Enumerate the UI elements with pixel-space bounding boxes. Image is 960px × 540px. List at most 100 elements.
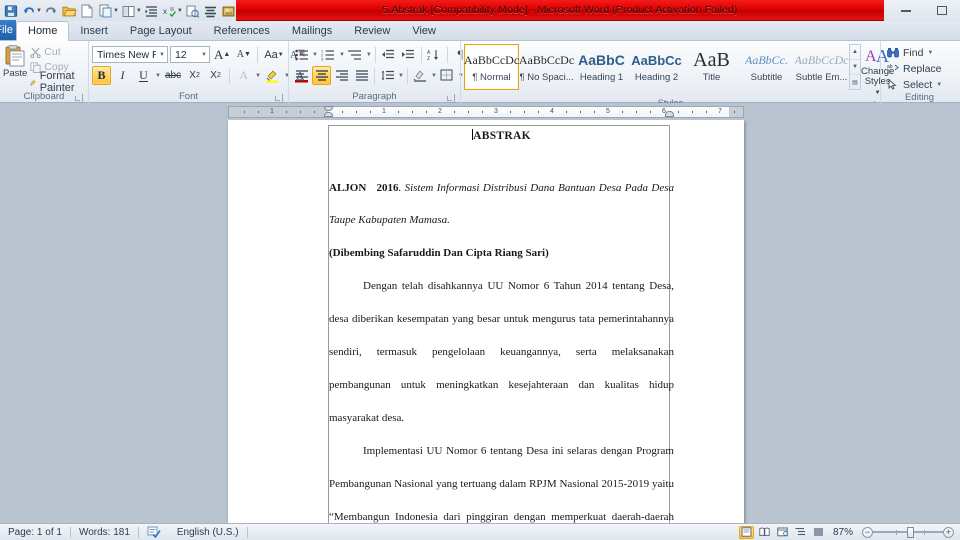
select-button[interactable]: Select ▼	[884, 77, 945, 92]
tab-page-layout[interactable]: Page Layout	[119, 21, 203, 40]
status-proofing[interactable]	[139, 524, 169, 540]
open-icon[interactable]	[61, 2, 78, 20]
line-spacing-button[interactable]	[378, 66, 397, 85]
numbering-caret-icon[interactable]: ▼	[339, 52, 345, 58]
bullets-button[interactable]	[292, 45, 311, 64]
print-icon[interactable]	[184, 2, 201, 20]
style-title[interactable]: AaB Title	[684, 44, 739, 90]
page-setup-icon[interactable]	[120, 2, 137, 20]
styles-gallery[interactable]: AaBbCcDc ¶ Normal AaBbCcDc ¶ No Spaci...…	[464, 44, 861, 90]
horizontal-ruler[interactable]: 11234567	[228, 106, 744, 118]
multilevel-caret-icon[interactable]: ▼	[366, 52, 372, 58]
clipboard-dialog-launcher[interactable]	[74, 94, 83, 103]
text-effects-caret-icon[interactable]: ▼	[255, 73, 261, 79]
styles-scroll-up-icon[interactable]: ▲	[850, 45, 860, 60]
tab-review[interactable]: Review	[343, 21, 401, 40]
borders-button[interactable]	[438, 66, 457, 85]
multilevel-list-button[interactable]	[346, 45, 365, 64]
spelling-icon[interactable]: x	[161, 2, 178, 20]
print-preview-icon[interactable]	[97, 2, 114, 20]
tab-references[interactable]: References	[203, 21, 281, 40]
text-highlight-button[interactable]	[263, 66, 282, 85]
zoom-in-button[interactable]: +	[943, 526, 954, 538]
full-screen-reading-view-button[interactable]	[757, 526, 772, 539]
status-page-indicator[interactable]: Page: 1 of 1	[0, 524, 70, 540]
underline-button[interactable]: U	[134, 66, 153, 85]
shrink-font-button[interactable]: A ▼	[234, 45, 253, 64]
align-left-button[interactable]	[292, 66, 311, 85]
style-subtle-emphasis[interactable]: AaBbCcDc Subtle Em...	[794, 44, 849, 90]
undo-icon[interactable]	[20, 2, 37, 20]
text-effects-button[interactable]: A	[234, 66, 253, 85]
underline-caret-icon[interactable]: ▼	[155, 73, 161, 79]
print-layout-view-button[interactable]	[738, 525, 754, 539]
hanging-indent-marker[interactable]	[324, 112, 333, 117]
style-heading-2[interactable]: AaBbCc Heading 2	[629, 44, 684, 90]
style-subtitle[interactable]: AaBbCc. Subtitle	[739, 44, 794, 90]
styles-scroll-down-icon[interactable]: ▼	[850, 60, 860, 75]
font-name-combo[interactable]: Times New Rom▼	[92, 46, 168, 63]
paste-button[interactable]: Paste	[3, 43, 27, 79]
style-normal[interactable]: AaBbCcDc ¶ Normal	[464, 44, 519, 90]
shading-caret-icon[interactable]: ▼	[431, 73, 437, 79]
document-text-content[interactable]: ABSTRAK ALJON 2016. Sistem Informasi Dis…	[329, 129, 674, 523]
zoom-slider-thumb[interactable]	[907, 526, 914, 538]
style-heading-1[interactable]: AaBbC Heading 1	[574, 44, 629, 90]
picture-icon[interactable]	[220, 2, 237, 20]
align-right-button[interactable]	[332, 66, 351, 85]
sort-button[interactable]: AZ	[425, 45, 444, 64]
numbering-button[interactable]: 123	[319, 45, 338, 64]
cut-button[interactable]: Cut	[27, 45, 85, 59]
document-page[interactable]: ABSTRAK ALJON 2016. Sistem Informasi Dis…	[228, 120, 744, 523]
outline-view-button[interactable]	[793, 526, 808, 539]
maximize-button[interactable]	[934, 4, 950, 18]
minimize-button[interactable]	[898, 4, 914, 18]
find-caret-icon[interactable]: ▼	[927, 50, 933, 56]
decrease-indent-button[interactable]	[379, 45, 398, 64]
grow-font-button[interactable]: A ▲	[212, 45, 232, 64]
font-dialog-launcher[interactable]	[274, 94, 283, 103]
first-line-indent-marker[interactable]	[324, 106, 333, 111]
tab-home[interactable]: Home	[16, 21, 70, 41]
tab-insert[interactable]: Insert	[69, 21, 119, 40]
superscript-button[interactable]: X2	[206, 66, 225, 85]
new-document-icon[interactable]	[79, 2, 96, 20]
align-center-button[interactable]	[312, 66, 331, 85]
save-icon[interactable]	[2, 2, 19, 20]
styles-gallery-scroll[interactable]: ▲ ▼ ▤	[849, 44, 861, 90]
status-language[interactable]: English (U.S.)	[169, 524, 247, 540]
styles-more-icon[interactable]: ▤	[850, 75, 860, 89]
document-canvas[interactable]: ABSTRAK ALJON 2016. Sistem Informasi Dis…	[0, 120, 960, 523]
line-spacing-caret-icon[interactable]: ▼	[398, 73, 404, 79]
shading-button[interactable]	[411, 66, 430, 85]
italic-button[interactable]: I	[113, 66, 132, 85]
increase-indent-button[interactable]	[399, 45, 418, 64]
zoom-slider[interactable]: − +	[862, 526, 954, 538]
bold-button[interactable]: B	[92, 66, 111, 85]
bullets-caret-icon[interactable]: ▼	[312, 52, 318, 58]
draft-view-button[interactable]	[811, 526, 826, 539]
tab-file[interactable]: File	[0, 20, 16, 40]
justify-button[interactable]	[352, 66, 371, 85]
strikethrough-button[interactable]: abc	[163, 66, 183, 85]
align-icon[interactable]	[202, 2, 219, 20]
style-no-spacing[interactable]: AaBbCcDc ¶ No Spaci...	[519, 44, 574, 90]
zoom-level[interactable]: 87%	[829, 524, 859, 540]
quick-access-toolbar[interactable]: ▼ ▼ ▼ x ▼	[0, 0, 242, 22]
status-word-count[interactable]: Words: 181	[71, 524, 138, 540]
tab-mailings[interactable]: Mailings	[281, 21, 343, 40]
format-painter-button[interactable]: Format Painter	[27, 70, 85, 94]
paragraph-settings-icon[interactable]	[143, 2, 160, 20]
tab-view[interactable]: View	[401, 21, 447, 40]
right-indent-marker[interactable]	[665, 111, 674, 117]
font-size-combo[interactable]: 12 ▼	[170, 46, 210, 63]
select-caret-icon[interactable]: ▼	[936, 82, 942, 88]
find-button[interactable]: Find ▼	[884, 45, 945, 60]
subscript-button[interactable]: X2	[185, 66, 204, 85]
web-layout-view-button[interactable]	[775, 526, 790, 539]
paragraph-dialog-launcher[interactable]	[446, 94, 455, 103]
redo-icon[interactable]	[43, 2, 60, 20]
change-case-button[interactable]: Aa ▼	[262, 45, 285, 64]
zoom-out-button[interactable]: −	[862, 526, 873, 538]
replace-button[interactable]: ab ac Replace	[884, 61, 945, 76]
